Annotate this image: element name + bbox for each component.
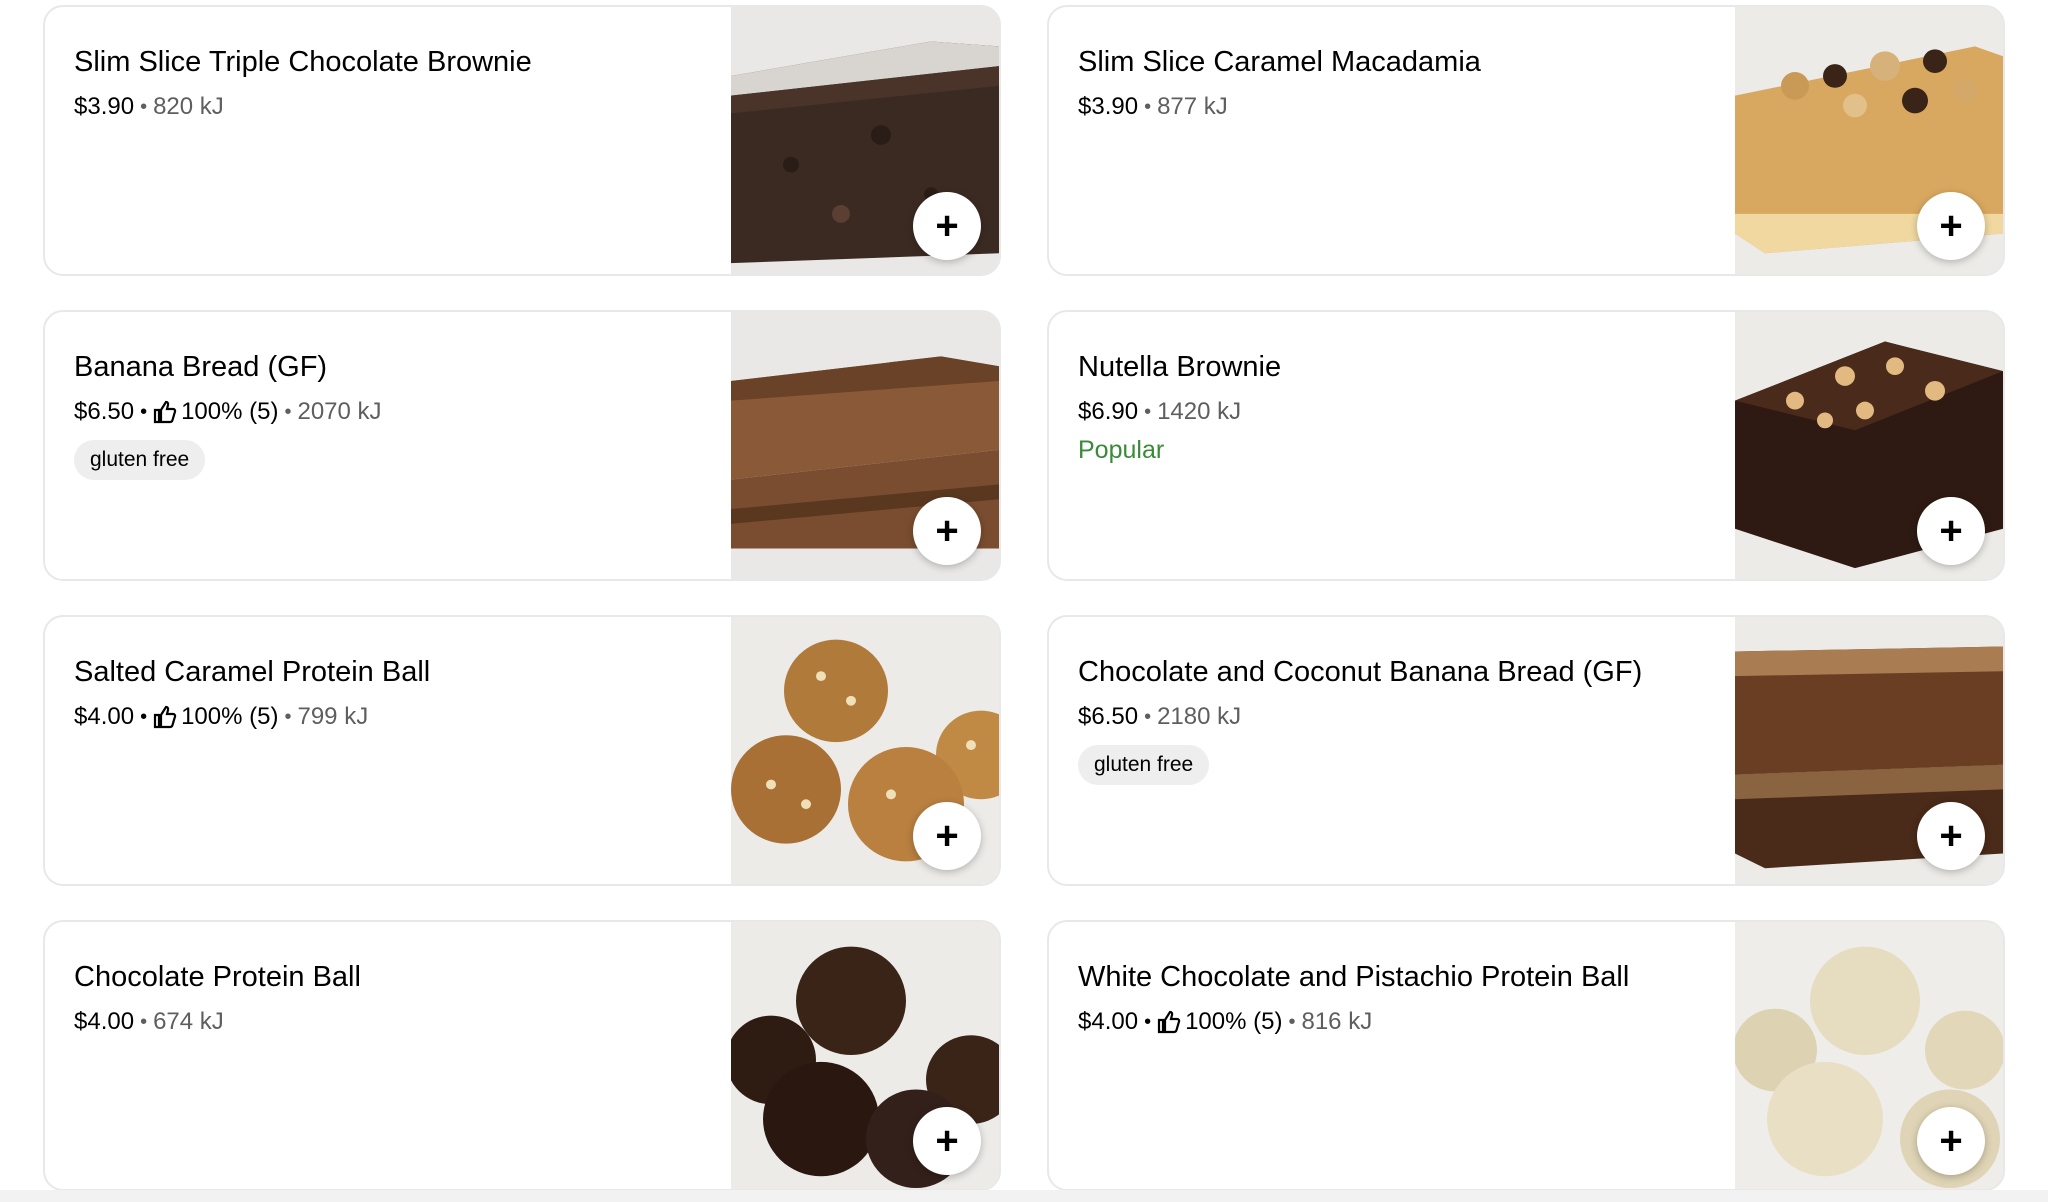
plus-icon: + [1939, 814, 1963, 858]
item-info: Banana Bread (GF) $6.50 • 100% (5) • 207… [74, 348, 699, 480]
item-price: $6.90 [1078, 398, 1139, 425]
item-meta: $4.00 • 674 kJ [74, 1006, 699, 1038]
separator-dot: • [140, 1011, 148, 1033]
item-price: $4.00 [74, 1008, 135, 1035]
plus-icon: + [1939, 509, 1963, 553]
item-energy: 1420 kJ [1157, 398, 1242, 425]
item-info: Slim Slice Triple Chocolate Brownie $3.9… [74, 43, 699, 123]
page-bottom-edge [0, 1190, 2048, 1202]
separator-dot: • [1144, 1011, 1152, 1033]
separator-dot: • [1144, 401, 1152, 423]
item-energy: 674 kJ [153, 1008, 224, 1035]
plus-icon: + [935, 509, 959, 553]
plus-icon: + [935, 1119, 959, 1163]
separator-dot: • [284, 706, 292, 728]
item-name: Slim Slice Caramel Macadamia [1078, 46, 1481, 78]
add-to-cart-button[interactable]: + [1917, 192, 1985, 260]
item-price: $6.50 [74, 398, 135, 425]
item-info: White Chocolate and Pistachio Protein Ba… [1078, 958, 1703, 1038]
thumbs-up-icon [1157, 1010, 1181, 1034]
item-energy: 2180 kJ [1157, 703, 1242, 730]
dietary-badge: gluten free [1078, 745, 1210, 785]
item-name: Slim Slice Triple Chocolate Brownie [74, 46, 532, 78]
item-meta: $3.90 • 877 kJ [1078, 91, 1703, 123]
item-name: Banana Bread (GF) [74, 351, 328, 383]
menu-item-card[interactable]: Chocolate Protein Ball $4.00 • 674 kJ + [43, 920, 1001, 1191]
item-price: $4.00 [74, 703, 135, 730]
thumbs-up-icon [153, 400, 177, 424]
item-info: Salted Caramel Protein Ball $4.00 • 100%… [74, 653, 699, 733]
popular-tag: Popular [1078, 436, 1165, 464]
item-price: $3.90 [1078, 93, 1139, 120]
item-meta: $3.90 • 820 kJ [74, 91, 699, 123]
add-to-cart-button[interactable]: + [1917, 497, 1985, 565]
menu-item-card[interactable]: Slim Slice Triple Chocolate Brownie $3.9… [43, 5, 1001, 276]
separator-dot: • [140, 401, 148, 423]
plus-icon: + [935, 204, 959, 248]
add-to-cart-button[interactable]: + [1917, 802, 1985, 870]
plus-icon: + [935, 814, 959, 858]
menu-item-card[interactable]: White Chocolate and Pistachio Protein Ba… [1047, 920, 2005, 1191]
item-energy: 877 kJ [1157, 93, 1228, 120]
item-info: Slim Slice Caramel Macadamia $3.90 • 877… [1078, 43, 1703, 123]
item-rating: 100% (5) [181, 703, 279, 730]
item-energy: 820 kJ [153, 93, 224, 120]
add-to-cart-button[interactable]: + [913, 497, 981, 565]
item-name: Salted Caramel Protein Ball [74, 656, 431, 688]
menu-item-card[interactable]: Slim Slice Caramel Macadamia $3.90 • 877… [1047, 5, 2005, 276]
menu-item-card[interactable]: Chocolate and Coconut Banana Bread (GF) … [1047, 615, 2005, 886]
item-name: Nutella Brownie [1078, 351, 1282, 383]
item-meta: $6.50 • 100% (5) • 2070 kJ [74, 396, 699, 428]
item-name: Chocolate Protein Ball [74, 961, 361, 993]
item-price: $4.00 [1078, 1008, 1139, 1035]
separator-dot: • [1144, 96, 1152, 118]
plus-icon: + [1939, 1119, 1963, 1163]
separator-dot: • [1288, 1011, 1296, 1033]
item-meta: $4.00 • 100% (5) • 799 kJ [74, 701, 699, 733]
menu-item-card[interactable]: Nutella Brownie $6.90 • 1420 kJ Popular … [1047, 310, 2005, 581]
menu-grid: Slim Slice Triple Chocolate Brownie $3.9… [43, 5, 2005, 1195]
separator-dot: • [1144, 706, 1152, 728]
item-price: $3.90 [74, 93, 135, 120]
plus-icon: + [1939, 204, 1963, 248]
dietary-badge: gluten free [74, 440, 206, 480]
item-info: Chocolate Protein Ball $4.00 • 674 kJ [74, 958, 699, 1038]
add-to-cart-button[interactable]: + [913, 1107, 981, 1175]
add-to-cart-button[interactable]: + [913, 192, 981, 260]
item-meta: $4.00 • 100% (5) • 816 kJ [1078, 1006, 1703, 1038]
item-price: $6.50 [1078, 703, 1139, 730]
menu-item-card[interactable]: Banana Bread (GF) $6.50 • 100% (5) • 207… [43, 310, 1001, 581]
item-name: Chocolate and Coconut Banana Bread (GF) [1078, 656, 1643, 688]
item-rating: 100% (5) [1185, 1008, 1283, 1035]
item-info: Chocolate and Coconut Banana Bread (GF) … [1078, 653, 1703, 785]
item-rating: 100% (5) [181, 398, 279, 425]
item-energy: 2070 kJ [297, 398, 382, 425]
thumbs-up-icon [153, 705, 177, 729]
separator-dot: • [140, 706, 148, 728]
item-name: White Chocolate and Pistachio Protein Ba… [1078, 961, 1630, 993]
item-energy: 799 kJ [297, 703, 369, 730]
item-info: Nutella Brownie $6.90 • 1420 kJ Popular [1078, 348, 1703, 465]
add-to-cart-button[interactable]: + [913, 802, 981, 870]
item-energy: 816 kJ [1301, 1008, 1373, 1035]
add-to-cart-button[interactable]: + [1917, 1107, 1985, 1175]
menu-item-card[interactable]: Salted Caramel Protein Ball $4.00 • 100%… [43, 615, 1001, 886]
separator-dot: • [140, 96, 148, 118]
item-meta: $6.50 • 2180 kJ [1078, 701, 1703, 733]
separator-dot: • [284, 401, 292, 423]
item-meta: $6.90 • 1420 kJ [1078, 396, 1703, 428]
